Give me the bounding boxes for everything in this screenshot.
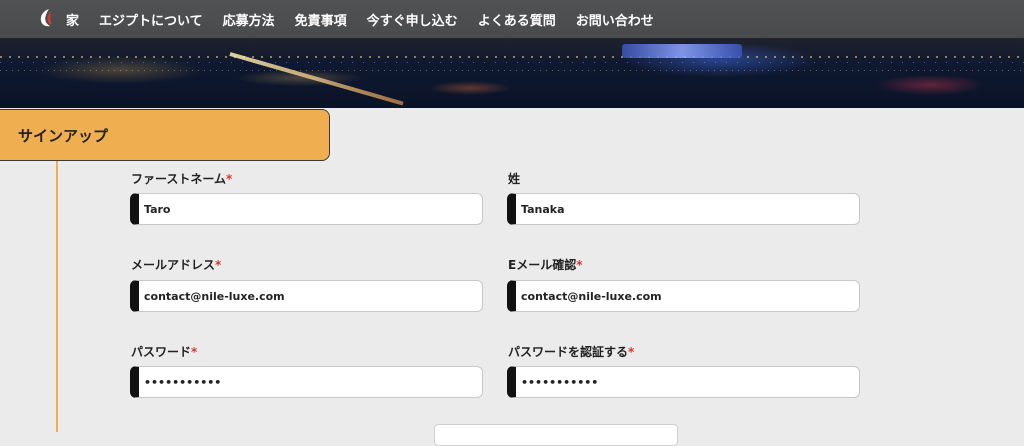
nav-about-egypt[interactable]: エジプトについて	[99, 10, 203, 29]
nav-contact[interactable]: お問い合わせ	[576, 10, 654, 29]
nav-how-to-apply[interactable]: 応募方法	[223, 10, 275, 29]
required-marker: *	[191, 345, 198, 359]
first-name-label-text: ファーストネーム	[131, 172, 227, 186]
logo-icon[interactable]	[38, 8, 54, 28]
email-confirm-input[interactable]	[507, 280, 860, 312]
nav-apply-now[interactable]: 今すぐ申し込む	[367, 10, 458, 29]
email-input[interactable]	[130, 280, 483, 312]
password-confirm-input[interactable]	[507, 366, 860, 398]
timeline-line	[56, 161, 58, 432]
required-marker: *	[215, 258, 222, 272]
password-label-text: パスワード	[131, 345, 192, 359]
email-label-text: メールアドレス	[131, 258, 216, 272]
password-confirm-label: パスワードを認証する*	[508, 343, 634, 360]
required-marker: *	[628, 345, 635, 359]
required-marker: *	[576, 258, 583, 272]
city-lights	[0, 40, 1024, 108]
submit-button[interactable]	[434, 424, 678, 446]
email-confirm-label-text: Eメール確認	[508, 258, 577, 272]
nav-disclaimer[interactable]: 免責事項	[295, 10, 347, 29]
top-nav: 家 エジプトについて 応募方法 免責事項 今すぐ申し込む よくある質問 お問い合…	[0, 0, 1024, 38]
last-name-label: 姓	[508, 172, 521, 186]
last-name-input[interactable]	[507, 193, 860, 225]
first-name-label: ファーストネーム*	[131, 170, 232, 187]
password-confirm-label-text: パスワードを認証する	[508, 345, 629, 359]
email-confirm-label: Eメール確認*	[508, 256, 582, 273]
first-name-input[interactable]	[130, 193, 483, 225]
section-title: サインアップ	[18, 127, 109, 145]
password-label: パスワード*	[131, 343, 197, 360]
required-marker: *	[226, 172, 233, 186]
cruise-boat	[622, 44, 742, 58]
password-input[interactable]	[130, 366, 483, 398]
email-label: メールアドレス*	[131, 256, 221, 273]
nav-menu: 家 エジプトについて 応募方法 免責事項 今すぐ申し込む よくある質問 お問い合…	[66, 0, 674, 38]
nav-home[interactable]: 家	[66, 10, 79, 29]
nav-faq[interactable]: よくある質問	[478, 10, 556, 29]
